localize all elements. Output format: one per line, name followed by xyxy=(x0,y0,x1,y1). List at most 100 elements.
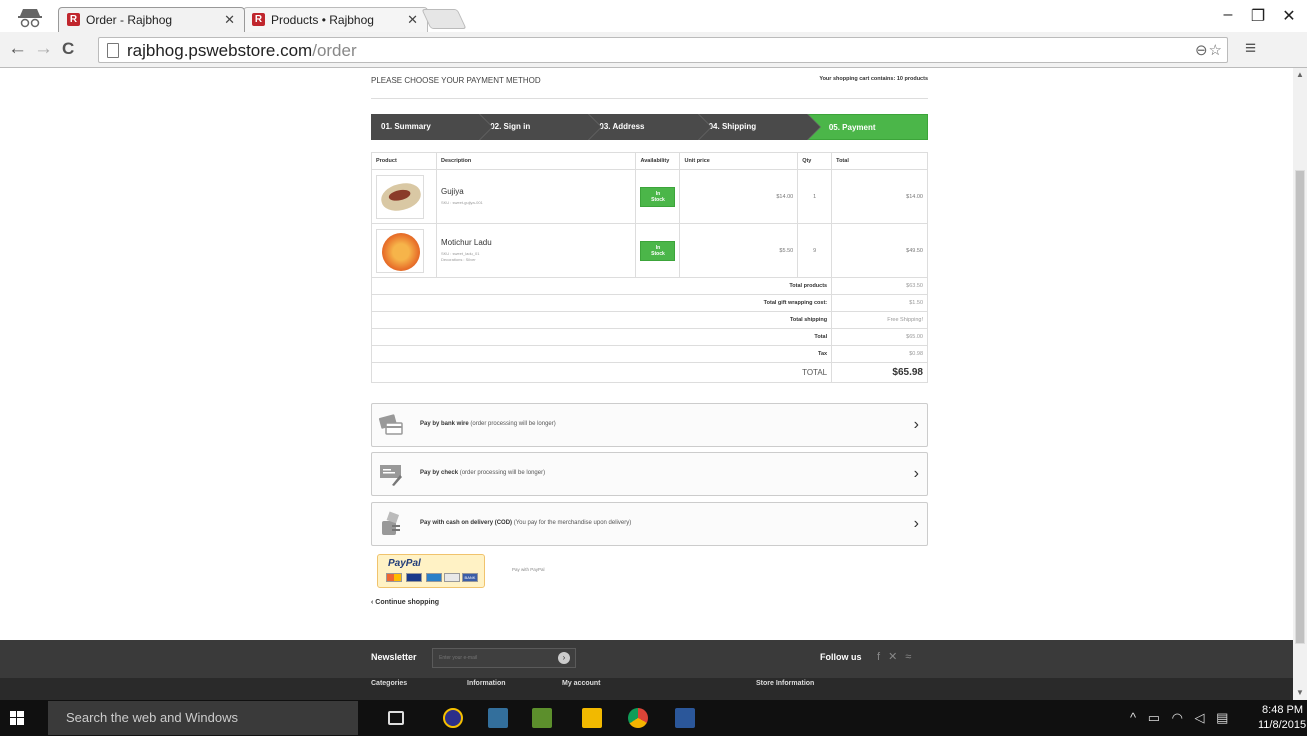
product-name[interactable]: Gujiya xyxy=(441,187,632,196)
tab-products[interactable]: R Products • Rajbhog ✕ xyxy=(243,7,428,32)
forward-arrow-icon[interactable]: → xyxy=(34,38,53,60)
step-payment: 05. Payment xyxy=(807,114,929,140)
postgres-icon[interactable] xyxy=(488,708,508,728)
qty-cell: 1 xyxy=(797,169,833,224)
pay-check-option[interactable]: Pay by check (order processing will be l… xyxy=(371,452,928,496)
rss-icon[interactable]: ≈ xyxy=(905,651,919,663)
pay-bank-wire-option[interactable]: Pay by bank wire (order processing will … xyxy=(371,403,928,447)
editor-icon[interactable] xyxy=(532,708,552,728)
rajbhog-favicon-icon: R xyxy=(252,13,265,26)
summary-row-total: Total $65.00 xyxy=(370,328,928,346)
system-tray-icons[interactable]: ^ ▭ ◠ ◁ ▤ xyxy=(1130,710,1232,726)
scrollbar-thumb[interactable] xyxy=(1295,170,1305,644)
qty-cell: 9 xyxy=(797,223,833,278)
eclipse-icon[interactable] xyxy=(443,708,463,728)
tab-order[interactable]: R Order - Rajbhog ✕ xyxy=(58,7,245,32)
col-total: Total xyxy=(831,152,928,170)
summary-row-shipping: Total shipping Free Shipping! xyxy=(370,311,928,329)
scroll-up-icon[interactable]: ▲ xyxy=(1296,70,1304,79)
summary-row-total-products: Total products $63.50 xyxy=(370,277,928,295)
windows-taskbar: Search the web and Windows ^ ▭ ◠ ◁ ▤ 8:4… xyxy=(0,700,1307,736)
chrome-menu-icon[interactable]: ≡ xyxy=(1245,38,1256,60)
col-description: Description xyxy=(435,152,637,170)
newsletter-label: Newsletter xyxy=(371,652,417,662)
word-icon[interactable] xyxy=(675,708,695,728)
restore-button[interactable]: ❐ xyxy=(1243,6,1273,26)
payment-label: Pay by bank wire (order processing will … xyxy=(420,421,556,427)
paypal-logo-button[interactable]: PayPal BANK xyxy=(377,554,485,588)
chevron-right-icon: › xyxy=(913,465,919,482)
file-explorer-icon[interactable] xyxy=(582,708,602,728)
url-text: rajbhog.pswebstore.com/order xyxy=(127,41,357,60)
unit-price-cell: $14.00 xyxy=(679,169,799,224)
status-badge: In Stock xyxy=(640,186,676,207)
close-tab-icon[interactable]: ✕ xyxy=(407,8,418,32)
product-image-cell xyxy=(371,223,437,278)
amex-icon xyxy=(426,573,442,582)
new-tab-button[interactable] xyxy=(421,9,467,29)
twitter-icon[interactable]: ✕ xyxy=(888,651,905,663)
discover-icon xyxy=(444,573,460,582)
scroll-down-icon[interactable]: ▼ xyxy=(1296,688,1304,697)
minimize-button[interactable]: – xyxy=(1213,6,1243,24)
table-header-row: Product Description Availability Unit pr… xyxy=(371,152,928,170)
summary-row-tax: Tax $0.98 xyxy=(370,345,928,363)
bank-icon: BANK xyxy=(462,573,478,582)
footer-col-categories[interactable]: Categories xyxy=(371,680,407,687)
taskbar-clock[interactable]: 8:48 PM 11/8/2015 xyxy=(1258,703,1306,733)
page-scrollbar[interactable]: ▲ ▼ xyxy=(1293,68,1307,700)
url-field[interactable]: rajbhog.pswebstore.com/order ⊖☆ xyxy=(98,37,1228,63)
browser-tab-strip: R Order - Rajbhog ✕ R Products • Rajbhog… xyxy=(0,0,1307,32)
reload-icon[interactable]: C xyxy=(62,39,74,59)
close-window-button[interactable]: ✕ xyxy=(1274,6,1304,26)
page-icon xyxy=(107,43,119,58)
step-shipping[interactable]: 04. Shipping xyxy=(698,114,821,140)
status-badge: In Stock xyxy=(640,240,676,261)
product-image-cell xyxy=(371,169,437,224)
cart-table: Product Description Availability Unit pr… xyxy=(370,152,928,383)
close-tab-icon[interactable]: ✕ xyxy=(224,8,235,32)
chrome-icon[interactable] xyxy=(628,708,648,728)
footer-col-information[interactable]: Information xyxy=(467,680,506,687)
description-cell: Motichur Ladu SKU : sweet_ladu_01 Decora… xyxy=(435,223,637,278)
paypal-label[interactable]: Pay with PayPal xyxy=(512,567,545,572)
chevron-left-icon: ‹ xyxy=(371,599,374,606)
step-summary[interactable]: 01. Summary xyxy=(371,114,494,140)
task-view-icon[interactable] xyxy=(388,711,404,725)
mastercard-icon xyxy=(386,573,402,582)
footer-col-store-info[interactable]: Store Information xyxy=(756,680,814,687)
total-cell: $14.00 xyxy=(831,169,928,224)
step-sign-in[interactable]: 02. Sign in xyxy=(480,114,603,140)
product-image[interactable] xyxy=(376,174,424,219)
table-row: Motichur Ladu SKU : sweet_ladu_01 Decora… xyxy=(371,223,928,278)
product-image[interactable] xyxy=(376,228,424,273)
chevron-right-icon: › xyxy=(913,515,919,532)
product-name[interactable]: Motichur Ladu xyxy=(441,238,632,247)
newsletter-email-input[interactable] xyxy=(432,648,576,668)
availability-cell: In Stock xyxy=(635,223,681,278)
newsletter-submit-icon[interactable]: › xyxy=(558,652,570,664)
footer-links: Categories Information My account Store … xyxy=(0,678,1293,700)
summary-row-grand-total: TOTAL $65.98 xyxy=(370,362,928,383)
cart-summary-text: Your shopping cart contains: 10 products xyxy=(819,76,928,82)
footer-col-my-account[interactable]: My account xyxy=(562,680,601,687)
step-address[interactable]: 03. Address xyxy=(589,114,712,140)
visa-icon xyxy=(406,573,422,582)
description-cell: Gujiya SKU : sweet-gujiya-001 xyxy=(435,169,637,224)
taskbar-search-input[interactable]: Search the web and Windows xyxy=(48,701,358,735)
availability-cell: In Stock xyxy=(635,169,681,224)
newsletter-bar: Newsletter › Follow us f✕≈ xyxy=(0,640,1293,678)
page-viewport: PLEASE CHOOSE YOUR PAYMENT METHOD Your s… xyxy=(0,68,1293,700)
back-arrow-icon[interactable]: ← xyxy=(8,38,27,60)
total-cell: $49.50 xyxy=(831,223,928,278)
continue-shopping-link[interactable]: ‹ Continue shopping xyxy=(371,599,439,606)
bank-wire-icon xyxy=(378,414,403,435)
checkout-steps: 01. Summary 02. Sign in 03. Address 04. … xyxy=(371,114,929,140)
cash-on-delivery-icon xyxy=(382,511,400,535)
payment-label: Pay with cash on delivery (COD) (You pay… xyxy=(420,520,632,526)
facebook-icon[interactable]: f xyxy=(877,651,888,663)
pay-cod-option[interactable]: Pay with cash on delivery (COD) (You pay… xyxy=(371,502,928,546)
zoom-star-icons[interactable]: ⊖☆ xyxy=(1195,41,1223,59)
windows-start-icon[interactable] xyxy=(10,711,24,725)
divider xyxy=(371,98,928,99)
